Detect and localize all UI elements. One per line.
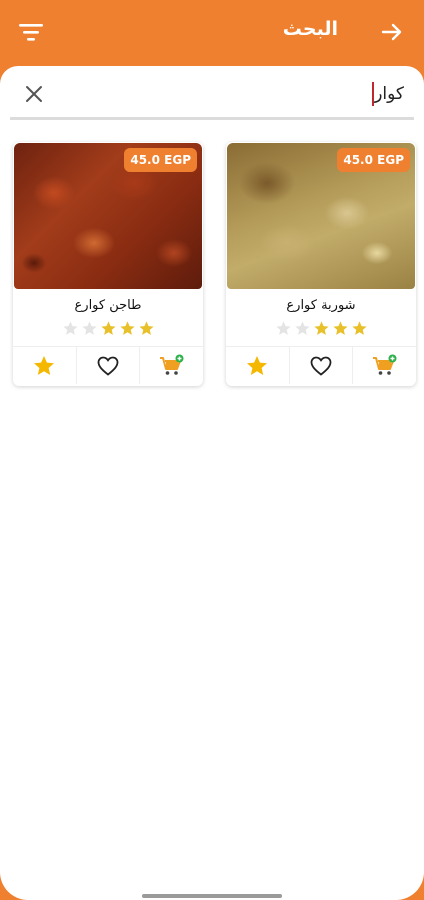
rating-stars xyxy=(13,320,203,337)
star-empty-icon xyxy=(294,321,310,335)
star-filled-icon xyxy=(119,321,135,335)
star-icon xyxy=(34,355,55,375)
add-to-cart-icon xyxy=(372,354,397,375)
star-filled-icon xyxy=(100,321,116,335)
search-bar[interactable]: كوار xyxy=(10,74,414,120)
rate-button[interactable] xyxy=(13,347,76,384)
price-badge: 45.0 EGP xyxy=(124,148,197,172)
close-icon[interactable] xyxy=(24,84,44,104)
app-bar: البحث xyxy=(0,0,424,66)
product-card[interactable]: 45.0 EGP طاجن كوارع xyxy=(13,142,203,386)
favorite-button[interactable] xyxy=(288,347,353,384)
card-actions xyxy=(226,346,416,384)
add-to-cart-icon xyxy=(159,354,184,375)
favorite-button[interactable] xyxy=(75,347,140,384)
price-badge: 45.0 EGP xyxy=(337,148,410,172)
add-to-cart-button[interactable] xyxy=(352,347,416,384)
search-input[interactable]: كوار xyxy=(371,82,404,106)
heart-icon xyxy=(310,356,332,376)
content-sheet: كوار 45.0 EGP شوربة كوارع 45.0 EGP طاجن … xyxy=(0,66,424,900)
heart-icon xyxy=(97,356,119,376)
search-input-value: كوار xyxy=(374,84,404,104)
star-filled-icon xyxy=(313,321,329,335)
text-caret xyxy=(372,82,375,106)
page-title: البحث xyxy=(282,18,338,40)
star-filled-icon xyxy=(332,321,348,335)
arrow-forward-icon[interactable] xyxy=(380,20,404,44)
rate-button[interactable] xyxy=(226,347,289,384)
rating-stars xyxy=(226,320,416,337)
add-to-cart-button[interactable] xyxy=(139,347,203,384)
star-filled-icon xyxy=(138,321,154,335)
star-empty-icon xyxy=(275,321,291,335)
star-empty-icon xyxy=(62,321,78,335)
home-indicator[interactable] xyxy=(142,894,282,898)
star-icon xyxy=(247,355,268,375)
star-filled-icon xyxy=(351,321,367,335)
card-actions xyxy=(13,346,203,384)
product-name: طاجن كوارع xyxy=(74,298,142,313)
product-name: شوربة كوارع xyxy=(286,298,356,313)
filter-icon[interactable] xyxy=(18,20,44,44)
star-empty-icon xyxy=(81,321,97,335)
product-card[interactable]: 45.0 EGP شوربة كوارع xyxy=(226,142,416,386)
